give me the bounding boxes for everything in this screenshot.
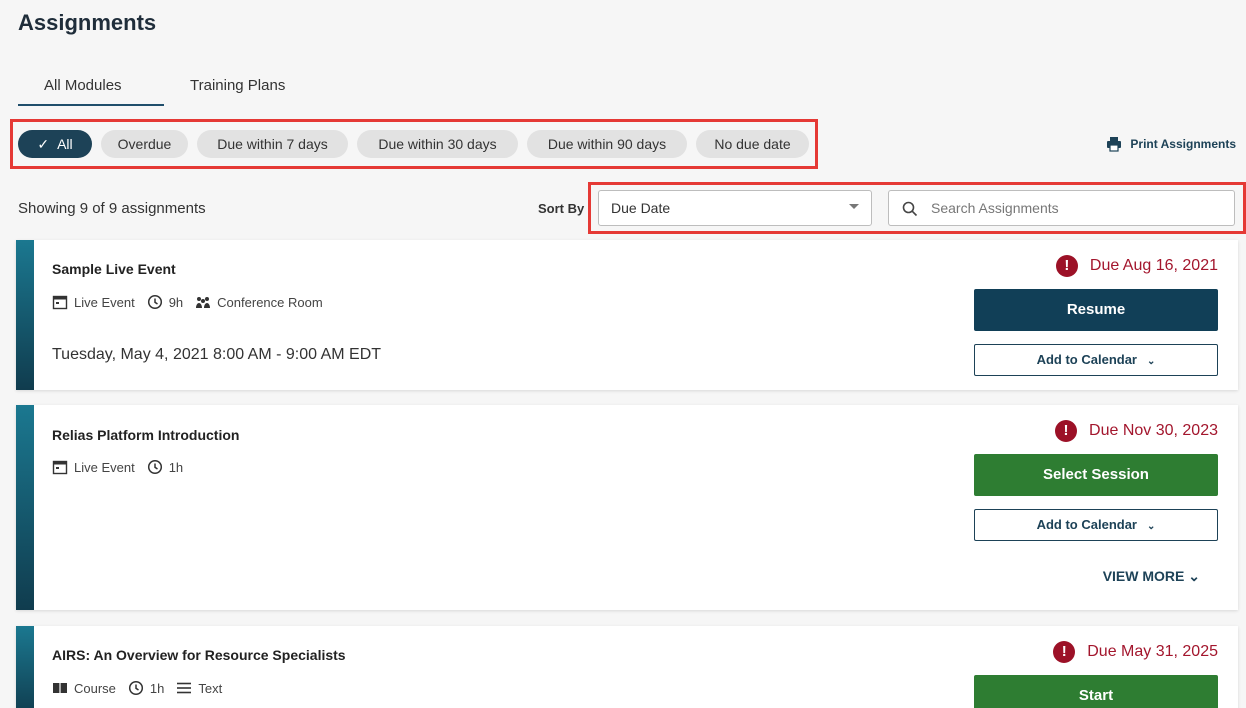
clock-icon: [147, 459, 162, 475]
sort-value: Due Date: [611, 200, 671, 216]
meta-duration: 1h: [147, 459, 183, 475]
chevron-down-icon: ⌄: [1184, 568, 1200, 584]
people-icon: [196, 297, 211, 308]
add-to-calendar-button[interactable]: Add to Calendar ⌄: [974, 509, 1218, 541]
search-icon: [902, 201, 918, 217]
tab-active-underline: [18, 104, 164, 106]
start-button[interactable]: Start: [974, 675, 1218, 708]
clock-icon: [147, 294, 162, 310]
meta-duration: 1h: [128, 680, 164, 696]
filter-chip-overdue[interactable]: Overdue: [101, 130, 188, 158]
card-accent-bar: [16, 405, 34, 610]
card-accent-bar: [16, 626, 34, 708]
assignment-meta: Course 1h Text: [52, 680, 234, 696]
tab-training-plans[interactable]: Training Plans: [190, 77, 285, 94]
alert-icon: !: [1053, 641, 1076, 663]
chevron-down-icon: ⌄: [1147, 521, 1156, 532]
print-assignments-link[interactable]: Print Assignments: [1106, 136, 1236, 152]
alert-icon: !: [1055, 255, 1078, 277]
sort-select[interactable]: Due Date: [598, 190, 872, 226]
assignment-meta: Live Event 9h Conference Room: [52, 294, 335, 310]
meta-duration: 9h: [147, 294, 183, 310]
assignment-title[interactable]: Relias Platform Introduction: [52, 427, 239, 443]
meta-format: Text: [176, 680, 222, 696]
search-field[interactable]: [888, 190, 1235, 226]
calendar-icon: [52, 460, 68, 475]
chevron-down-icon: ⌄: [1147, 356, 1156, 367]
sort-by-label: Sort By: [538, 201, 585, 216]
page-title: Assignments: [18, 10, 157, 35]
print-label: Print Assignments: [1130, 137, 1236, 151]
assignment-count: Showing 9 of 9 assignments: [18, 200, 206, 217]
due-date: ! Due Aug 16, 2021: [1055, 255, 1218, 277]
printer-icon: [1107, 137, 1122, 152]
resume-button[interactable]: Resume: [974, 289, 1218, 331]
select-session-button[interactable]: Select Session: [974, 454, 1218, 496]
filter-chip-30-days[interactable]: Due within 30 days: [357, 130, 518, 158]
card-accent-bar: [16, 240, 34, 390]
meta-location: Conference Room: [195, 294, 323, 310]
filter-chip-7-days[interactable]: Due within 7 days: [197, 130, 348, 158]
due-date: ! Due May 31, 2025: [1053, 641, 1218, 663]
view-more-link[interactable]: VIEW MORE ⌄: [1103, 568, 1200, 585]
assignment-title[interactable]: Sample Live Event: [52, 261, 176, 277]
meta-type: Live Event: [52, 459, 135, 475]
search-input[interactable]: [931, 197, 1221, 219]
book-icon: [53, 683, 67, 693]
assignment-title[interactable]: AIRS: An Overview for Resource Specialis…: [52, 647, 346, 663]
due-date: ! Due Nov 30, 2023: [1055, 420, 1218, 442]
check-icon: ✓: [37, 136, 50, 152]
text-lines-icon: [177, 682, 192, 694]
add-to-calendar-button[interactable]: Add to Calendar ⌄: [974, 344, 1218, 376]
alert-icon: !: [1055, 420, 1078, 442]
clock-icon: [128, 680, 143, 696]
filter-chip-90-days[interactable]: Due within 90 days: [527, 130, 687, 158]
tab-bar: All Modules Training Plans: [18, 72, 328, 106]
assignment-card: Relias Platform Introduction Live Event …: [16, 405, 1238, 610]
meta-type: Course: [52, 680, 116, 696]
assignment-card: Sample Live Event Live Event 9h Conferen…: [16, 240, 1238, 390]
tab-all-modules[interactable]: All Modules: [44, 77, 122, 94]
session-time: Tuesday, May 4, 2021 8:00 AM - 9:00 AM E…: [52, 346, 382, 363]
caret-down-icon: [849, 204, 859, 209]
calendar-icon: [52, 295, 68, 310]
assignment-card: AIRS: An Overview for Resource Specialis…: [16, 626, 1238, 708]
filter-chip-all[interactable]: ✓ All: [18, 130, 92, 158]
assignment-meta: Live Event 1h: [52, 459, 195, 475]
filter-chip-no-due-date[interactable]: No due date: [696, 130, 809, 158]
meta-type: Live Event: [52, 294, 135, 310]
